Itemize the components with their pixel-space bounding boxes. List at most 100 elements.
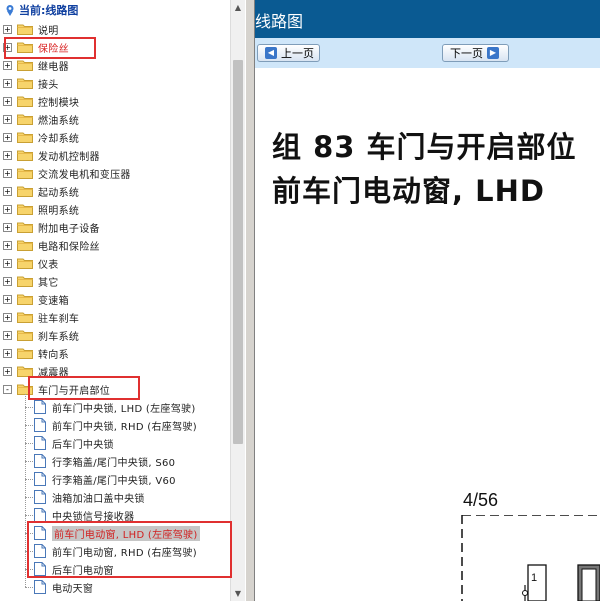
tree-folder-item[interactable]: + 接头 xyxy=(0,74,59,92)
tree-folder-item[interactable]: + 照明系统 xyxy=(0,200,79,218)
tree-item-label: 转向系 xyxy=(38,349,69,361)
tree-item-label: 继电器 xyxy=(38,61,69,73)
tree-item-label: 仪表 xyxy=(38,259,59,271)
expand-icon[interactable]: + xyxy=(3,240,12,250)
scroll-thumb[interactable] xyxy=(233,60,243,444)
tree-folder-item[interactable]: + 发动机控制器 xyxy=(0,146,100,164)
tree-connector-line xyxy=(25,479,33,480)
tree-item-label: 后车门中央锁 xyxy=(52,439,114,451)
expand-icon[interactable]: + xyxy=(3,114,12,124)
tree-connector-line xyxy=(25,425,33,426)
tree-folder-item[interactable]: - 车门与开启部位 xyxy=(0,380,110,398)
expand-icon[interactable]: + xyxy=(3,348,12,358)
tree-document-item[interactable]: 行李箱盖/尾门中央锁, S60 xyxy=(34,452,175,470)
tree-item-label: 前车门中央锁, LHD (左座驾驶) xyxy=(52,403,196,415)
scroll-down-icon[interactable]: ▼ xyxy=(231,586,245,601)
tree-item-label: 中央锁信号接收器 xyxy=(52,511,135,523)
tree-item-label: 燃油系统 xyxy=(38,115,80,127)
tree-document-item[interactable]: 前车门中央锁, RHD (右座驾驶) xyxy=(34,416,197,434)
folder-icon xyxy=(17,185,33,197)
tree-folder-item[interactable]: + 控制模块 xyxy=(0,92,79,110)
tree-scrollbar[interactable]: ▲ ▼ xyxy=(230,0,245,601)
tree-connector-line xyxy=(25,569,33,570)
tree-folder-item[interactable]: + 起动系统 xyxy=(0,182,79,200)
tree-folder-item[interactable]: + 转向系 xyxy=(0,344,69,362)
expand-icon[interactable]: + xyxy=(3,366,12,376)
folder-icon xyxy=(17,113,33,125)
tree-item-label: 前车门电动窗, RHD (右座驾驶) xyxy=(52,547,197,559)
document-icon xyxy=(34,418,46,432)
folder-icon xyxy=(17,95,33,107)
tree-document-item[interactable]: 后车门中央锁 xyxy=(34,434,114,452)
next-page-button[interactable]: 下一页 ▶ xyxy=(442,44,509,62)
tree-document-item[interactable]: 后车门电动窗 xyxy=(34,560,114,578)
tree-item-label: 后车门电动窗 xyxy=(52,565,114,577)
folder-icon xyxy=(17,239,33,251)
tree-document-item[interactable]: 中央锁信号接收器 xyxy=(34,506,134,524)
expand-icon[interactable]: + xyxy=(3,276,12,286)
folder-icon xyxy=(17,365,33,377)
expand-icon[interactable]: + xyxy=(3,150,12,160)
expand-icon[interactable]: + xyxy=(3,330,12,340)
tree-folder-item[interactable]: + 燃油系统 xyxy=(0,110,79,128)
document-title-line2: 前车门电动窗, LHD xyxy=(272,174,545,208)
location-pin-icon xyxy=(6,5,14,16)
tree-folder-item[interactable]: + 说明 xyxy=(0,20,59,38)
tree-document-item[interactable]: 前车门电动窗, LHD (左座驾驶) xyxy=(34,524,200,542)
expand-icon[interactable]: + xyxy=(3,294,12,304)
arrow-left-icon: ◀ xyxy=(265,47,277,59)
tree-document-item[interactable]: 电动天窗 xyxy=(34,578,93,596)
tree-connector-line xyxy=(25,587,33,588)
tree-document-item[interactable]: 油箱加油口盖中央锁 xyxy=(34,488,145,506)
pane-splitter[interactable] xyxy=(245,0,255,601)
expand-icon[interactable]: + xyxy=(3,186,12,196)
tree-item-label: 电动天窗 xyxy=(52,583,94,595)
folder-icon xyxy=(17,23,33,35)
expand-icon[interactable]: + xyxy=(3,312,12,322)
tree-folder-item[interactable]: + 仪表 xyxy=(0,254,59,272)
expand-icon[interactable]: + xyxy=(3,168,12,178)
expand-icon[interactable]: + xyxy=(3,258,12,268)
tree-item-label: 油箱加油口盖中央锁 xyxy=(52,493,145,505)
tree-item-label: 电路和保险丝 xyxy=(38,241,100,253)
document-icon xyxy=(34,400,46,414)
tree-folder-item[interactable]: + 交流发电机和变压器 xyxy=(0,164,131,182)
folder-icon xyxy=(17,275,33,287)
tree-folder-item[interactable]: + 电路和保险丝 xyxy=(0,236,100,254)
tree-item-label: 减震器 xyxy=(38,367,69,379)
tree-item-label: 保险丝 xyxy=(38,43,69,55)
tree-connector-line xyxy=(25,461,33,462)
navigation-tree-pane: 当前:线路图 + 说明 + 保险丝 + 继电器 + 接头 + 控制模块 + 燃油系统 + 冷却系统 + 发动机… xyxy=(0,0,230,601)
tree-document-item[interactable]: 前车门电动窗, RHD (右座驾驶) xyxy=(34,542,197,560)
tree-item-label: 接头 xyxy=(38,79,59,91)
expand-icon[interactable]: + xyxy=(3,222,12,232)
tree-folder-item[interactable]: + 冷却系统 xyxy=(0,128,79,146)
tree-document-item[interactable]: 前车门中央锁, LHD (左座驾驶) xyxy=(34,398,196,416)
tree-folder-item[interactable]: + 其它 xyxy=(0,272,59,290)
tree-folder-item[interactable]: + 附加电子设备 xyxy=(0,218,100,236)
expand-icon[interactable]: + xyxy=(3,78,12,88)
tree-folder-item[interactable]: + 保险丝 xyxy=(0,38,69,56)
expand-icon[interactable]: + xyxy=(3,60,12,70)
document-title-line1: 组 83 车门与开启部位 xyxy=(272,130,577,164)
tree-item-label: 附加电子设备 xyxy=(38,223,100,235)
page-number: 4/56 xyxy=(463,490,499,510)
tree-folder-item[interactable]: + 驻车刹车 xyxy=(0,308,79,326)
expand-icon[interactable]: + xyxy=(3,42,12,52)
tree-folder-item[interactable]: + 继电器 xyxy=(0,56,69,74)
wiring-diagram-fragment xyxy=(461,515,600,601)
tree-folder-item[interactable]: + 变速箱 xyxy=(0,290,69,308)
prev-page-button[interactable]: ◀ 上一页 xyxy=(257,44,320,62)
expand-icon[interactable]: + xyxy=(3,132,12,142)
tree-folder-item[interactable]: + 刹车系统 xyxy=(0,326,79,344)
expand-icon[interactable]: + xyxy=(3,204,12,214)
scroll-up-icon[interactable]: ▲ xyxy=(231,0,245,15)
expand-icon[interactable]: + xyxy=(3,24,12,34)
tree-item-label: 变速箱 xyxy=(38,295,69,307)
tree-connector-line xyxy=(25,497,33,498)
tree-document-item[interactable]: 行李箱盖/尾门中央锁, V60 xyxy=(34,470,176,488)
expand-icon[interactable]: + xyxy=(3,96,12,106)
collapse-icon[interactable]: - xyxy=(3,384,12,394)
tree-folder-item[interactable]: + 减震器 xyxy=(0,362,69,380)
tree-item-label: 起动系统 xyxy=(38,187,80,199)
